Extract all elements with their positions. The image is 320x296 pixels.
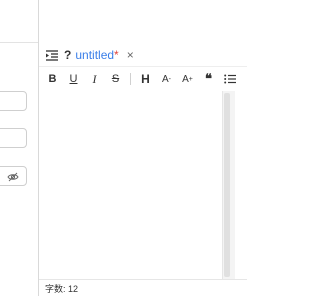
word-count: 字数: 12 bbox=[45, 283, 79, 294]
help-button[interactable]: ? bbox=[64, 48, 71, 62]
unsaved-indicator: * bbox=[114, 48, 119, 62]
password-field[interactable] bbox=[0, 166, 27, 186]
font-size-increase-label: A bbox=[182, 73, 189, 85]
italic-button[interactable]: I bbox=[84, 68, 105, 90]
left-panel-header bbox=[0, 0, 38, 43]
tab-untitled[interactable]: untitled* bbox=[71, 46, 118, 64]
eye-off-icon[interactable] bbox=[7, 170, 19, 182]
editor-content[interactable] bbox=[39, 91, 222, 279]
text-field-1[interactable] bbox=[0, 91, 27, 111]
outline-toggle-icon[interactable] bbox=[44, 48, 60, 62]
toolbar-separator bbox=[130, 73, 131, 85]
font-size-increase-button[interactable]: A + bbox=[177, 68, 198, 90]
list-button[interactable] bbox=[219, 68, 240, 90]
underline-button[interactable]: U bbox=[63, 68, 84, 90]
list-icon bbox=[223, 74, 236, 84]
preview-pane bbox=[235, 91, 247, 279]
strikethrough-button[interactable]: S bbox=[105, 68, 126, 90]
heading-button[interactable]: H bbox=[135, 68, 156, 90]
tab-bar: ? untitled* × bbox=[39, 44, 247, 66]
status-bar: 字数: 12 bbox=[39, 279, 247, 296]
text-field-2[interactable] bbox=[0, 128, 27, 148]
scrollbar-thumb[interactable] bbox=[224, 93, 230, 277]
close-tab-button[interactable]: × bbox=[127, 48, 134, 62]
font-size-decrease-button[interactable]: A- bbox=[156, 68, 177, 90]
bold-button[interactable]: B bbox=[42, 68, 63, 90]
format-toolbar: B U I S H A- A + ❝ bbox=[39, 66, 247, 92]
left-panel bbox=[0, 0, 38, 296]
font-size-decrease-label: A bbox=[161, 73, 169, 85]
blockquote-button[interactable]: ❝ bbox=[198, 68, 219, 90]
editor-panel: ? untitled* × B U I S H A- A + ❝ 字数: 12 bbox=[39, 0, 247, 296]
tab-title: untitled bbox=[75, 48, 115, 62]
